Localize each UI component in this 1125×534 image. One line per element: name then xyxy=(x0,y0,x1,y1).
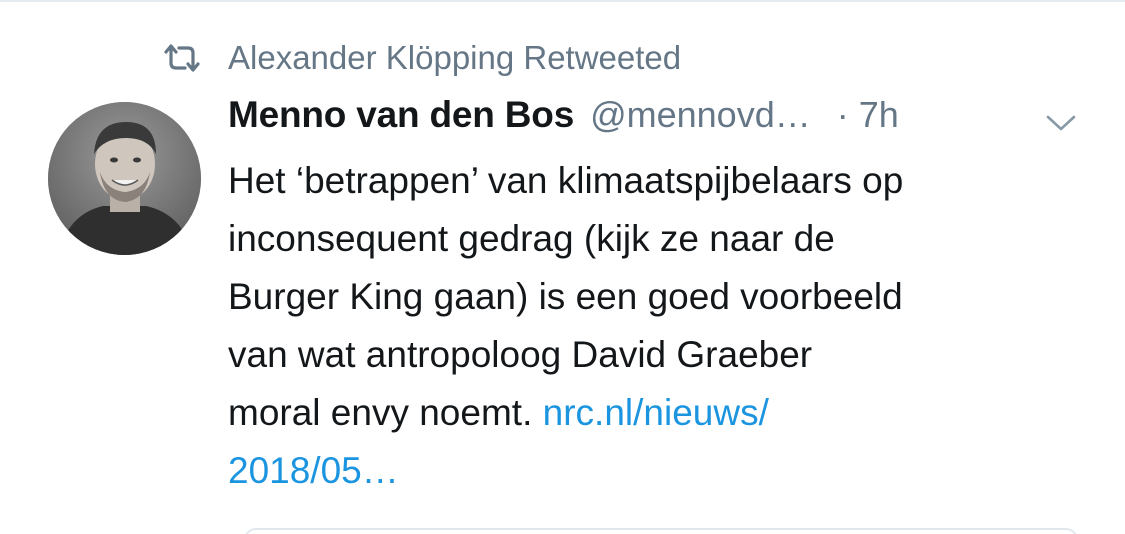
top-divider xyxy=(0,0,1125,2)
avatar-photo xyxy=(48,102,201,255)
tweet-header: Menno van den Bos @mennovd… · 7h xyxy=(228,94,1088,146)
tweet-line: Burger King gaan) is een goed voorbeeld xyxy=(228,276,903,317)
article-link[interactable]: nrc.nl/nieuws/ xyxy=(543,392,769,433)
tweet-text: Het ‘betrappen’ van klimaatspijbelaars o… xyxy=(228,152,1098,500)
chevron-down-icon[interactable] xyxy=(1045,112,1077,134)
tweet-line: inconsequent gedrag (kijk ze naar de xyxy=(228,218,835,259)
user-handle[interactable]: @mennovd… xyxy=(590,94,811,136)
article-link-continued[interactable]: 2018/05… xyxy=(228,442,1098,500)
user-avatar[interactable] xyxy=(48,102,201,255)
tweet-line: van wat antropoloog David Graeber xyxy=(228,334,813,375)
retweet-label: Alexander Klöpping Retweeted xyxy=(228,39,682,76)
tweet-screen: Alexander Klöpping Retweeted Menno van d… xyxy=(0,0,1125,534)
retweet-context[interactable]: Alexander Klöpping Retweeted xyxy=(162,34,681,82)
display-name[interactable]: Menno van den Bos xyxy=(228,94,574,136)
tweet-line: Het ‘betrappen’ van klimaatspijbelaars o… xyxy=(228,160,904,201)
link-preview-card[interactable] xyxy=(244,528,1078,534)
tweet-line-text: moral envy noemt. xyxy=(228,392,533,433)
retweet-icon xyxy=(164,44,200,72)
tweet-line-with-link: moral envy noemt. nrc.nl/nieuws/ xyxy=(228,384,1098,442)
tweet-timestamp[interactable]: · 7h xyxy=(837,94,899,136)
